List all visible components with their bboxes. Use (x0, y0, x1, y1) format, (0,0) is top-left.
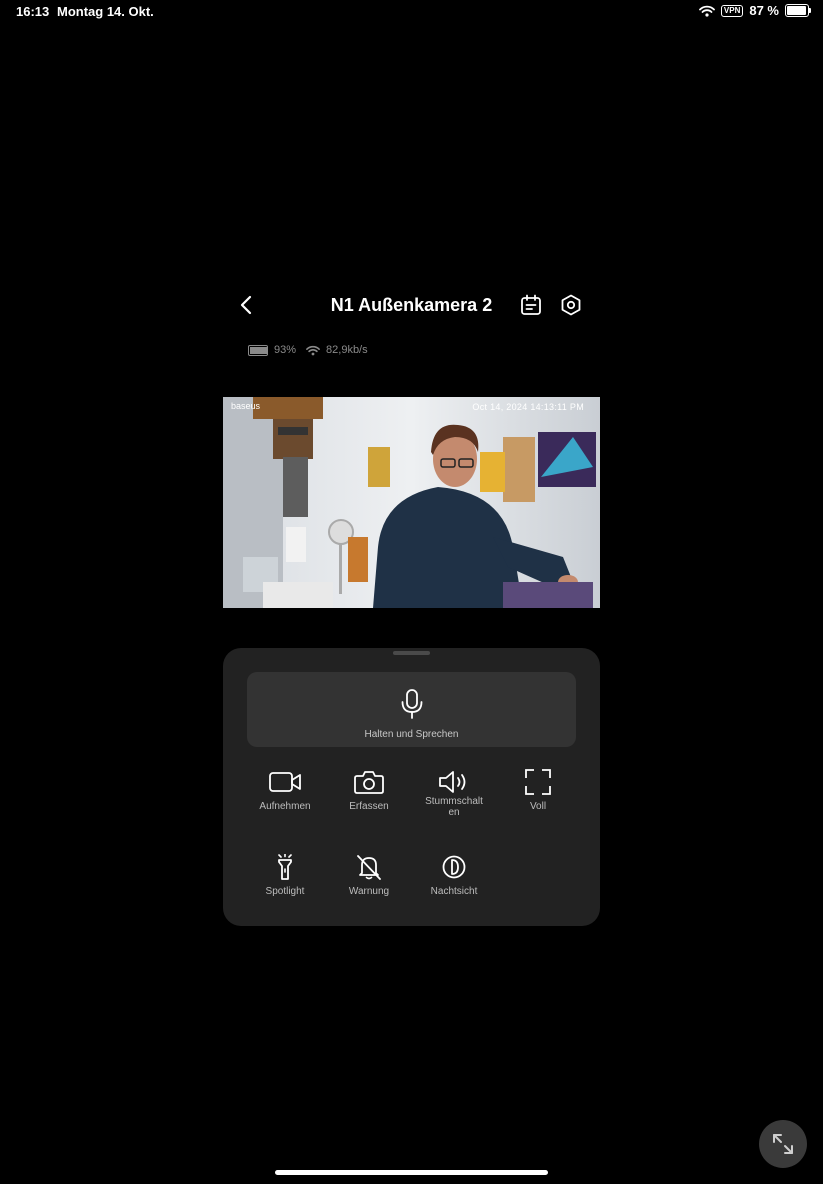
record-button[interactable]: Aufnehmen (245, 769, 325, 812)
page-title: N1 Außenkamera 2 (330, 295, 493, 315)
signal-wifi-icon (306, 345, 320, 355)
night-vision-label: Nachtsicht (430, 886, 478, 897)
camera-feed-image (223, 397, 600, 608)
status-bar: 16:13 Montag 14. Okt. VPN 87 % (0, 0, 823, 24)
alarm-button[interactable]: Warnung (329, 854, 409, 897)
bell-off-icon (357, 855, 381, 880)
video-camera-icon (269, 772, 301, 792)
fullscreen-label: Voll (529, 801, 547, 812)
battery-percent: 87 % (749, 3, 779, 18)
vpn-badge: VPN (720, 4, 744, 17)
live-video[interactable]: baseus Oct 14, 2024 14:13:11 PM (223, 397, 600, 608)
status-right: VPN 87 % (699, 3, 811, 18)
arrows-diagonal-icon (773, 1134, 793, 1154)
status-time: 16:13 (16, 4, 50, 19)
drag-handle[interactable] (393, 651, 430, 655)
spotlight-label: Spotlight (265, 886, 305, 897)
hexagon-gear-icon[interactable] (559, 293, 583, 317)
calendar-icon[interactable] (519, 293, 543, 317)
mute-button[interactable]: Stummschalten (413, 769, 495, 818)
fullscreen-button[interactable]: Voll (498, 769, 578, 812)
camera-header: N1 Außenkamera 2 (223, 285, 600, 325)
home-indicator[interactable] (275, 1170, 548, 1175)
bitrate-text: 82,9kb/s (326, 344, 368, 356)
control-panel: Halten und Sprechen Aufnehmen Erfassen S… (223, 648, 600, 926)
fullscreen-icon (525, 769, 551, 795)
device-info: 93% 82,9kb/s (248, 344, 368, 356)
spotlight-button[interactable]: Spotlight (245, 854, 325, 897)
mute-label: Stummschalten (425, 796, 483, 818)
wifi-icon (699, 5, 715, 17)
camera-timestamp: Oct 14, 2024 14:13:11 PM (472, 402, 584, 412)
capture-button[interactable]: Erfassen (329, 769, 409, 812)
collapse-view-button[interactable] (759, 1120, 807, 1168)
night-vision-button[interactable]: Nachtsicht (414, 854, 494, 897)
record-label: Aufnehmen (259, 801, 311, 812)
camera-icon (354, 771, 384, 794)
flashlight-icon (278, 854, 292, 880)
microphone-icon (401, 689, 423, 719)
device-battery-text: 93% (274, 344, 297, 356)
alarm-label: Warnung (348, 886, 390, 897)
push-to-talk-label: Halten und Sprechen (364, 729, 459, 740)
speaker-icon (439, 771, 466, 793)
night-vision-icon (442, 855, 466, 879)
status-date: Montag 14. Okt. (57, 4, 154, 19)
battery-icon (785, 4, 811, 17)
push-to-talk-button[interactable]: Halten und Sprechen (247, 672, 576, 747)
camera-brand-watermark: baseus (231, 401, 261, 411)
capture-label: Erfassen (349, 801, 389, 812)
device-battery-icon (248, 344, 268, 356)
